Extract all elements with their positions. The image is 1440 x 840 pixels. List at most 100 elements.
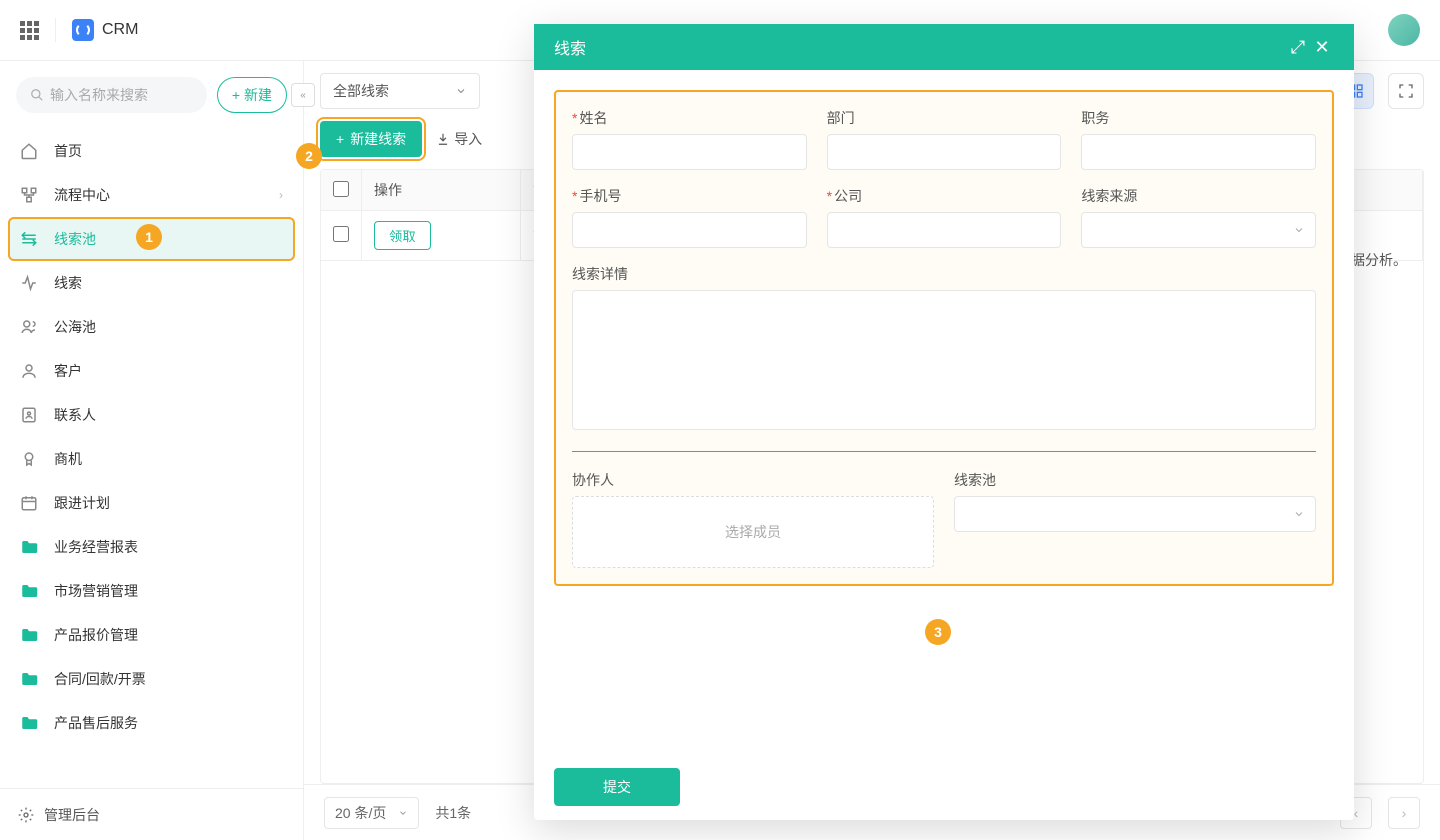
input-dept[interactable] (827, 134, 1062, 170)
sidebar-item-label: 公海池 (54, 317, 96, 337)
chevron-down-icon (398, 808, 408, 818)
sidebar-item-label: 合同/回款/开票 (54, 669, 146, 689)
sidebar-item-0[interactable]: 首页 (8, 129, 295, 173)
sidebar-item-label: 市场营销管理 (54, 581, 138, 601)
admin-backstage-link[interactable]: 管理后台 (0, 788, 303, 840)
sidebar-item-11[interactable]: 产品报价管理 (8, 613, 295, 657)
sidebar-item-label: 业务经营报表 (54, 537, 138, 557)
next-page-button[interactable]: › (1388, 797, 1420, 829)
new-button-label: 新建 (244, 85, 272, 105)
sidebar-item-3[interactable]: 线索 (8, 261, 295, 305)
label-collab: 协作人 (572, 470, 934, 490)
sidebar-item-label: 流程中心 (54, 185, 110, 205)
select-source[interactable] (1081, 212, 1316, 248)
import-label: 导入 (454, 129, 482, 149)
search-input[interactable]: 输入名称来搜索 (16, 77, 207, 113)
search-icon (30, 88, 44, 102)
fullscreen-button[interactable] (1388, 73, 1424, 109)
close-icon[interactable]: ✕ (1310, 37, 1334, 58)
new-lead-button[interactable]: + 新建线索 (320, 121, 422, 157)
sidebar-item-label: 客户 (54, 361, 82, 381)
total-count: 共1条 (435, 803, 471, 823)
folder-icon (20, 582, 40, 600)
label-pool: 线索池 (954, 470, 1316, 490)
admin-backstage-label: 管理后台 (44, 805, 100, 825)
plan-icon (20, 494, 40, 512)
cust-icon (20, 362, 40, 380)
fullscreen-icon (1398, 83, 1414, 99)
divider (572, 451, 1316, 452)
collapse-sidebar-button[interactable]: « (291, 83, 315, 107)
sidebar-item-8[interactable]: 跟进计划 (8, 481, 295, 525)
new-button[interactable]: + 新建 (217, 77, 287, 113)
sidebar-item-5[interactable]: 客户 (8, 349, 295, 393)
input-name[interactable] (572, 134, 807, 170)
chevron-down-icon (455, 85, 467, 97)
home-icon (20, 142, 40, 160)
sidebar-item-label: 首页 (54, 141, 82, 161)
col-action: 操作 (362, 170, 521, 211)
label-phone: 手机号 (572, 186, 807, 206)
folder-icon (20, 538, 40, 556)
input-company[interactable] (827, 212, 1062, 248)
page-size-label: 20 条/页 (335, 803, 386, 823)
brand[interactable]: CRM (72, 19, 138, 41)
sidebar-item-label: 产品售后服务 (54, 713, 138, 733)
chevron-down-icon (1293, 508, 1305, 520)
input-detail[interactable] (572, 290, 1316, 430)
select-pool[interactable] (954, 496, 1316, 532)
avatar[interactable] (1388, 14, 1420, 46)
sidebar-item-label: 商机 (54, 449, 82, 469)
folder-icon (20, 714, 40, 732)
annotation-2: 2 (296, 143, 322, 169)
flow-icon (20, 186, 40, 204)
plus-icon: + (232, 87, 240, 103)
sidebar-item-7[interactable]: 商机 (8, 437, 295, 481)
claim-button[interactable]: 领取 (374, 221, 431, 250)
new-lead-label: 新建线索 (350, 129, 406, 149)
sidebar-item-4[interactable]: 公海池 (8, 305, 295, 349)
plus-icon: + (336, 131, 344, 147)
input-title[interactable] (1081, 134, 1316, 170)
select-all-checkbox[interactable] (333, 181, 349, 197)
row-checkbox[interactable] (333, 226, 349, 242)
label-source: 线索来源 (1081, 186, 1316, 206)
modal-title: 线索 (554, 35, 586, 59)
chevron-down-icon (1293, 224, 1305, 236)
apps-grid-icon[interactable] (20, 21, 39, 40)
sidebar-item-13[interactable]: 产品售后服务 (8, 701, 295, 745)
lead-icon (20, 274, 40, 292)
sidebar-item-1[interactable]: 流程中心 › (8, 173, 295, 217)
label-name: 姓名 (572, 108, 807, 128)
filter-value: 全部线索 (333, 81, 389, 101)
expand-icon[interactable]: ⤢ (1286, 37, 1310, 58)
folder-icon (20, 670, 40, 688)
import-button[interactable]: 导入 (436, 129, 482, 149)
chevron-right-icon: › (279, 188, 283, 202)
folder-icon (20, 626, 40, 644)
label-title: 职务 (1081, 108, 1316, 128)
contact-icon (20, 406, 40, 424)
sidebar-item-label: 联系人 (54, 405, 96, 425)
submit-button[interactable]: 提交 (554, 768, 680, 806)
gear-icon (18, 807, 34, 823)
sidebar-item-label: 线索池 (54, 229, 96, 249)
divider (55, 18, 56, 42)
sidebar-item-9[interactable]: 业务经营报表 (8, 525, 295, 569)
member-placeholder: 选择成员 (725, 522, 781, 542)
page-size-dropdown[interactable]: 20 条/页 (324, 797, 419, 829)
annotation-3: 3 (925, 619, 951, 645)
label-detail: 线索详情 (572, 264, 1316, 284)
filter-dropdown[interactable]: 全部线索 (320, 73, 480, 109)
input-phone[interactable] (572, 212, 807, 248)
sidebar-item-label: 线索 (54, 273, 82, 293)
trailing-text: 据分析。 (1351, 250, 1407, 270)
annotation-1: 1 (136, 224, 162, 250)
sidebar-item-12[interactable]: 合同/回款/开票 (8, 657, 295, 701)
download-icon (436, 132, 450, 146)
sea-icon (20, 318, 40, 336)
sidebar-item-6[interactable]: 联系人 (8, 393, 295, 437)
select-member-button[interactable]: 选择成员 (572, 496, 934, 568)
sidebar-item-10[interactable]: 市场营销管理 (8, 569, 295, 613)
sidebar-item-label: 跟进计划 (54, 493, 110, 513)
